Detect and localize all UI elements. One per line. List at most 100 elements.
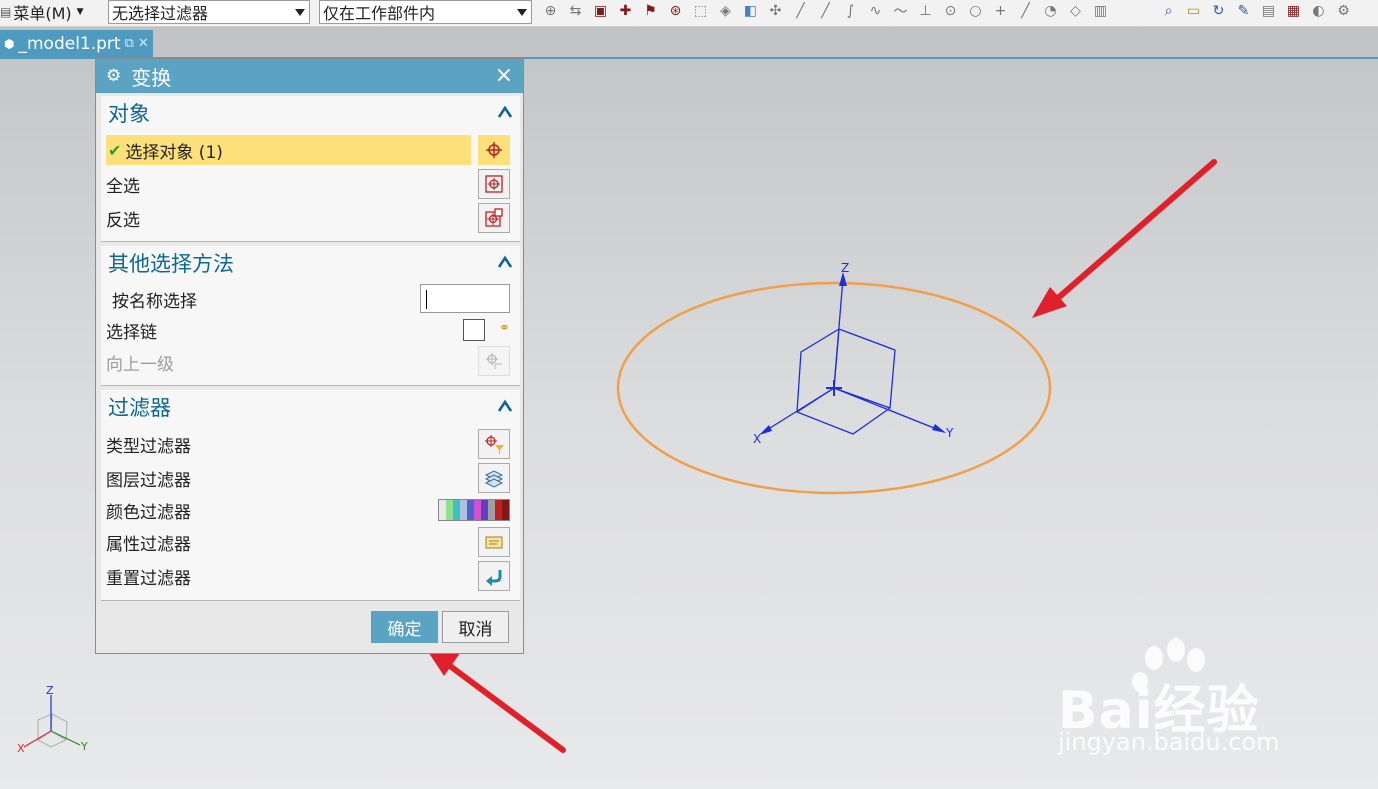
gear-icon[interactable]: ⚙ (1331, 1, 1356, 21)
pen-icon[interactable]: ✎ (1231, 1, 1256, 21)
select-all-button[interactable] (478, 169, 510, 199)
selection-scope-combo[interactable]: 仅在工作部件内 (319, 0, 532, 24)
other-methods-section: 其他选择方法 按名称选择 选择链 ⚭ 向上一级 (101, 246, 520, 386)
triad-x-label: X (17, 742, 25, 755)
up-one-level-button[interactable] (478, 346, 510, 376)
circle-icon[interactable]: ○ (963, 1, 988, 21)
select-feature-icon[interactable]: ✚ (613, 1, 638, 21)
select-by-name-input[interactable] (420, 284, 510, 313)
reset-filter-row: 重置过滤器 (106, 561, 191, 591)
render-icon[interactable]: ◐ (1306, 1, 1331, 21)
selection-filter-value: 无选择过滤器 (112, 4, 209, 23)
cancel-button[interactable]: 取消 (442, 611, 509, 643)
crosshair-icon (486, 142, 502, 158)
z-arrowhead (839, 272, 847, 286)
select-region-icon[interactable]: ⊛ (663, 1, 688, 21)
tab-model1[interactable]: ⬢ _model1.prt ⧉ ✕ (0, 30, 153, 57)
chevron-up-icon[interactable] (498, 399, 512, 413)
close-icon[interactable]: ✕ (138, 36, 149, 51)
up-one-level-row: 向上一级 (106, 347, 174, 377)
select-all-row: 全选 (106, 169, 140, 199)
layer-filter-button[interactable] (478, 463, 510, 493)
close-icon[interactable]: × (495, 63, 513, 88)
chevron-down-icon (517, 9, 527, 16)
top-toolbar: ▤ 菜单(M) ▼ 无选择过滤器 仅在工作部件内 ⊕ ⇆ ▣ ✚ ⚑ ⊛ ⬚ ◈… (0, 0, 1378, 27)
select-all-icon (485, 175, 503, 193)
layer-filter-icon (484, 470, 504, 488)
filter-section: 过滤器 类型过滤器 图层过滤器 颜色过滤器 属性过滤器 重置过滤器 (101, 390, 520, 601)
type-filter-label: 类型过滤器 (106, 436, 191, 457)
select-add-icon[interactable]: ▣ (588, 1, 613, 21)
view-triad (23, 695, 81, 748)
reset-filter-label: 重置过滤器 (106, 568, 191, 589)
invert-selection-button[interactable] (478, 203, 510, 233)
curve-icon[interactable]: ∫ (838, 1, 863, 21)
face-icon[interactable]: ◇ (1063, 1, 1088, 21)
other-methods-header[interactable]: 其他选择方法 (101, 246, 520, 280)
cube-icon[interactable]: ◧ (738, 1, 763, 21)
attribute-icon (485, 536, 503, 549)
rotate-icon[interactable]: ↻ (1206, 1, 1231, 21)
select-object-row[interactable]: ✔ 选择对象 (1) (106, 135, 471, 165)
selected-ellipse (616, 281, 1052, 495)
snap-icon[interactable]: ◔ (1038, 1, 1063, 21)
filter-icon[interactable]: ⇆ (563, 1, 588, 21)
point-icon[interactable]: ✣ (763, 1, 788, 21)
plus-icon[interactable]: + (988, 1, 1013, 21)
circle-icon[interactable]: ⊙ (938, 1, 963, 21)
intersection-icon[interactable]: ⊥ (913, 1, 938, 21)
axis-z-label: Z (841, 261, 849, 275)
spline-icon[interactable]: ∿ (863, 1, 888, 21)
color-filter-swatch[interactable] (438, 499, 510, 521)
invert-select-icon (485, 208, 503, 227)
ok-button[interactable]: 确定 (371, 611, 438, 643)
invert-selection-label: 反选 (106, 210, 140, 231)
chain-icon: ⚭ (499, 321, 510, 336)
restore-icon[interactable]: ⧉ (125, 36, 134, 51)
solid-icon[interactable]: ◈ (713, 1, 738, 21)
chevron-up-icon[interactable] (498, 105, 512, 119)
body-icon[interactable]: ▥ (1088, 1, 1113, 21)
reset-icon (486, 570, 502, 586)
rectangle-select-icon[interactable]: ⬚ (688, 1, 713, 21)
object-section-header[interactable]: 对象 (101, 96, 520, 130)
line-icon[interactable]: ╱ (788, 1, 813, 21)
zoom-icon[interactable]: ⌕ (1156, 1, 1181, 21)
dialog-titlebar: ⚙ 变换 × (96, 59, 523, 93)
snap-icon[interactable]: ⊕ (538, 1, 563, 21)
reset-filter-button[interactable] (478, 561, 510, 591)
up-level-icon (486, 353, 502, 369)
select-chain-checkbox[interactable] (463, 319, 485, 341)
attribute-filter-button[interactable] (478, 527, 510, 557)
menu-button[interactable]: ▤ 菜单(M) ▼ (0, 0, 84, 24)
up-one-level-label: 向上一级 (106, 354, 174, 375)
chevron-up-icon[interactable] (498, 255, 512, 269)
menu-icon: ▤ (0, 5, 12, 19)
part-file-icon: ⬢ (4, 36, 15, 51)
transform-dialog: ⚙ 变换 × 对象 ✔ 选择对象 (1) 全选 反选 其他选择方法 按名称选择 … (95, 58, 524, 654)
selection-filter-combo[interactable]: 无选择过滤器 (108, 0, 310, 24)
select-body-icon[interactable]: ⚑ (638, 1, 663, 21)
object-section: 对象 ✔ 选择对象 (1) 全选 反选 (101, 96, 520, 242)
fit-icon[interactable]: ▭ (1181, 1, 1206, 21)
type-filter-button[interactable] (478, 429, 510, 459)
color-filter-label: 颜色过滤器 (106, 502, 191, 523)
select-chain-row: 选择链 (106, 315, 157, 345)
wave-icon[interactable]: 〜 (888, 1, 913, 21)
line-icon[interactable]: ╱ (1013, 1, 1038, 21)
select-object-button[interactable] (478, 135, 510, 165)
select-chain-label: 选择链 (106, 322, 157, 343)
grid-icon[interactable]: ▦ (1281, 1, 1306, 21)
invert-selection-row: 反选 (106, 203, 140, 233)
select-object-label: 选择对象 (1) (125, 142, 223, 163)
check-icon: ✔ (108, 140, 122, 160)
view-toolbar: ⌕ ▭ ↻ ✎ ▤ ▦ ◐ ⚙ (1156, 0, 1356, 22)
tab-label: _model1.prt (18, 33, 121, 54)
other-methods-heading: 其他选择方法 (108, 252, 234, 276)
triad-y-label: Y (80, 740, 88, 753)
line-icon[interactable]: ╱ (813, 1, 838, 21)
dialog-title: 变换 (131, 65, 172, 90)
gear-icon: ⚙ (106, 66, 122, 86)
layer-icon[interactable]: ▤ (1256, 1, 1281, 21)
filter-section-header[interactable]: 过滤器 (101, 390, 520, 424)
